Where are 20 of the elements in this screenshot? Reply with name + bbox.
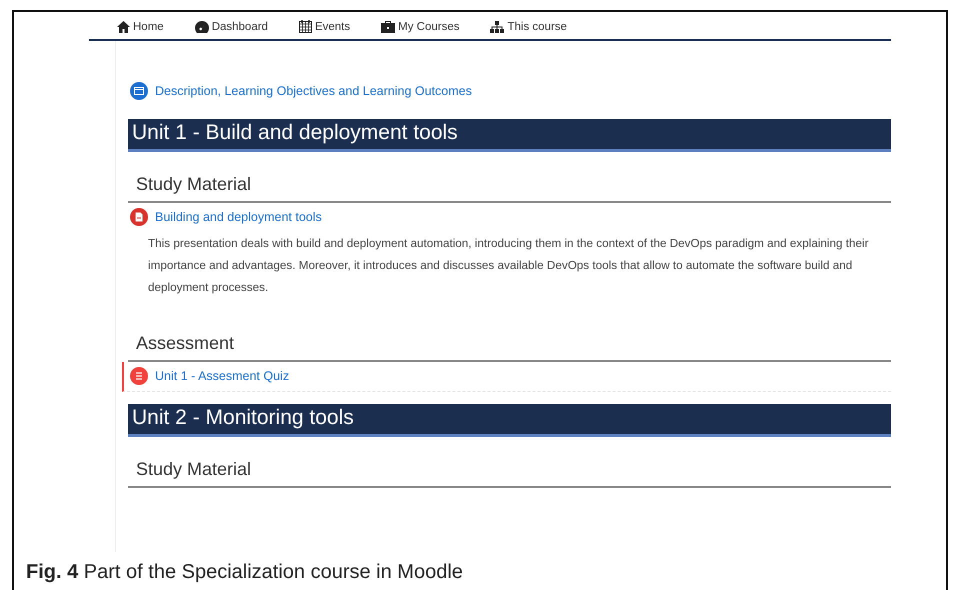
hierarchy-icon [490, 20, 504, 32]
nav-link[interactable]: Home [117, 20, 164, 32]
activity-link[interactable]: Unit 1 - Assesment Quiz [155, 369, 290, 383]
activity-link[interactable]: Building and deployment tools [155, 210, 322, 224]
nav-link[interactable]: My Courses [381, 20, 460, 32]
section-heading: Assessment [128, 333, 891, 362]
section-heading: Study Material [128, 459, 891, 488]
nav-link[interactable]: This course [490, 20, 567, 32]
gauge-icon [194, 20, 209, 32]
unit-heading: Unit 2 - Monitoring tools [128, 404, 891, 437]
section-heading: Study Material [128, 174, 891, 203]
nav-link[interactable]: Events [298, 20, 350, 33]
activity-link[interactable]: Description, Learning Objectives and Learning Outcomes [155, 84, 472, 98]
calendar-icon [298, 20, 312, 33]
nav-link[interactable]: Dashboard [194, 20, 268, 32]
activity-description: This presentation deals with build and deployment automation, introducing them in the context of the DevOps paradigm and explaining their importance and advantages. Moreover, it introduces and discusses available DevOps tools that allow to automate the software build and deployment processes. [148, 236, 870, 296]
home-icon [117, 20, 130, 32]
figure-caption: Fig. 4 Part of the Specialization course in Moodle [26, 561, 464, 585]
briefcase-icon [381, 20, 396, 32]
unit-heading: Unit 1 - Build and deployment tools [128, 119, 891, 152]
